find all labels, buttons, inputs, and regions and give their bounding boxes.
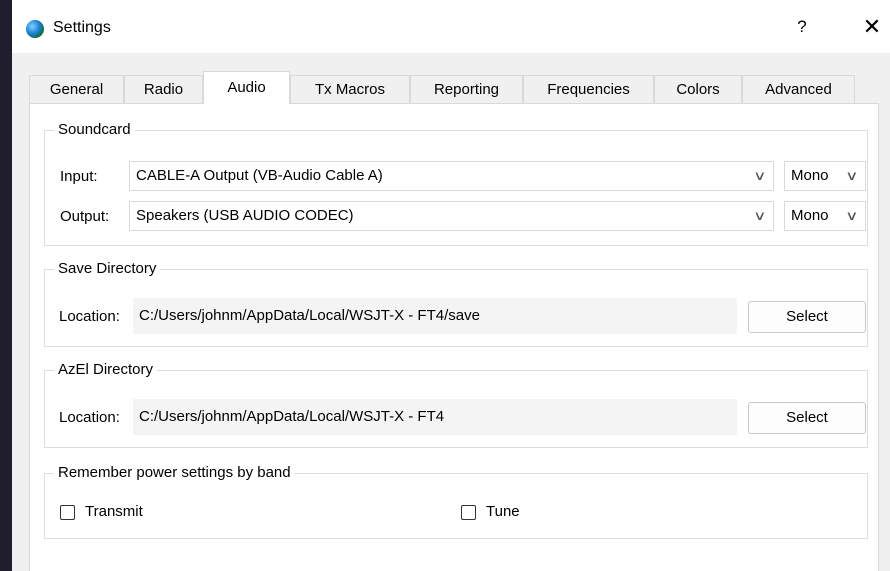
save-directory-group-title: Save Directory [54,260,161,278]
azel-directory-group-title: AzEl Directory [54,361,158,379]
soundcard-group-title: Soundcard [54,121,135,139]
tab-label: Radio [143,81,184,98]
output-label: Output: [60,208,110,225]
chevron-down-icon: ∨ [753,208,767,223]
tune-checkbox-label[interactable]: Tune [486,503,520,520]
save-location-field[interactable]: C:/Users/johnm/AppData/Local/WSJT-X - FT… [133,298,737,334]
tab-advanced[interactable]: Advanced [742,75,855,103]
save-location-value: C:/Users/johnm/AppData/Local/WSJT-X - FT… [139,307,480,324]
tab-radio[interactable]: Radio [124,75,203,103]
power-settings-group-title: Remember power settings by band [54,464,295,482]
azel-directory-group: AzEl Directory Location: C:/Users/johnm/… [44,361,868,448]
input-channel-combo[interactable]: Mono ∨ [784,161,866,191]
transmit-checkbox[interactable] [60,505,75,520]
tab-label: Audio [227,79,266,96]
chevron-down-icon: ∨ [753,168,767,183]
tab-frequencies[interactable]: Frequencies [523,75,654,103]
settings-dialog: Settings ? ✕ General Radio Audio Tx Macr… [12,0,890,571]
azel-directory-select-button[interactable]: Select [748,402,866,434]
output-channel-value: Mono [791,207,829,224]
output-device-combo[interactable]: Speakers (USB AUDIO CODEC) ∨ [129,201,774,231]
title-bar: Settings ? ✕ [12,0,890,53]
help-button[interactable]: ? [792,17,812,37]
chevron-down-icon: ∨ [845,168,859,183]
azel-location-label: Location: [59,409,120,426]
azel-location-field[interactable]: C:/Users/johnm/AppData/Local/WSJT-X - FT… [133,399,737,435]
tab-tx-macros[interactable]: Tx Macros [290,75,410,103]
input-device-combo[interactable]: CABLE-A Output (VB-Audio Cable A) ∨ [129,161,774,191]
output-channel-combo[interactable]: Mono ∨ [784,201,866,231]
power-settings-group: Remember power settings by band Transmit… [44,464,868,539]
tab-label: General [49,81,104,98]
tab-general[interactable]: General [29,75,124,103]
save-location-label: Location: [59,308,120,325]
tab-label: Tx Macros [314,81,385,98]
input-device-value: CABLE-A Output (VB-Audio Cable A) [136,167,383,184]
chevron-down-icon: ∨ [845,208,859,223]
wsjtx-app-icon [26,20,44,38]
audio-tab-panel: Soundcard Input: CABLE-A Output (VB-Audi… [29,103,879,571]
tab-label: Colors [676,81,720,98]
soundcard-group: Soundcard Input: CABLE-A Output (VB-Audi… [44,121,868,246]
input-channel-value: Mono [791,167,829,184]
save-directory-select-button[interactable]: Select [748,301,866,333]
transmit-checkbox-label[interactable]: Transmit [85,503,143,520]
tab-audio[interactable]: Audio [203,71,290,104]
tune-checkbox[interactable] [461,505,476,520]
tab-label: Reporting [433,81,500,98]
azel-location-value: C:/Users/johnm/AppData/Local/WSJT-X - FT… [139,408,445,425]
tab-label: Advanced [765,81,832,98]
tab-label: Frequencies [547,81,630,98]
output-device-value: Speakers (USB AUDIO CODEC) [136,207,354,224]
save-directory-group: Save Directory Location: C:/Users/johnm/… [44,260,868,347]
input-label: Input: [60,168,98,185]
tab-reporting[interactable]: Reporting [410,75,523,103]
tab-colors[interactable]: Colors [654,75,742,103]
close-button[interactable]: ✕ [860,14,884,40]
window-title: Settings [53,19,111,36]
